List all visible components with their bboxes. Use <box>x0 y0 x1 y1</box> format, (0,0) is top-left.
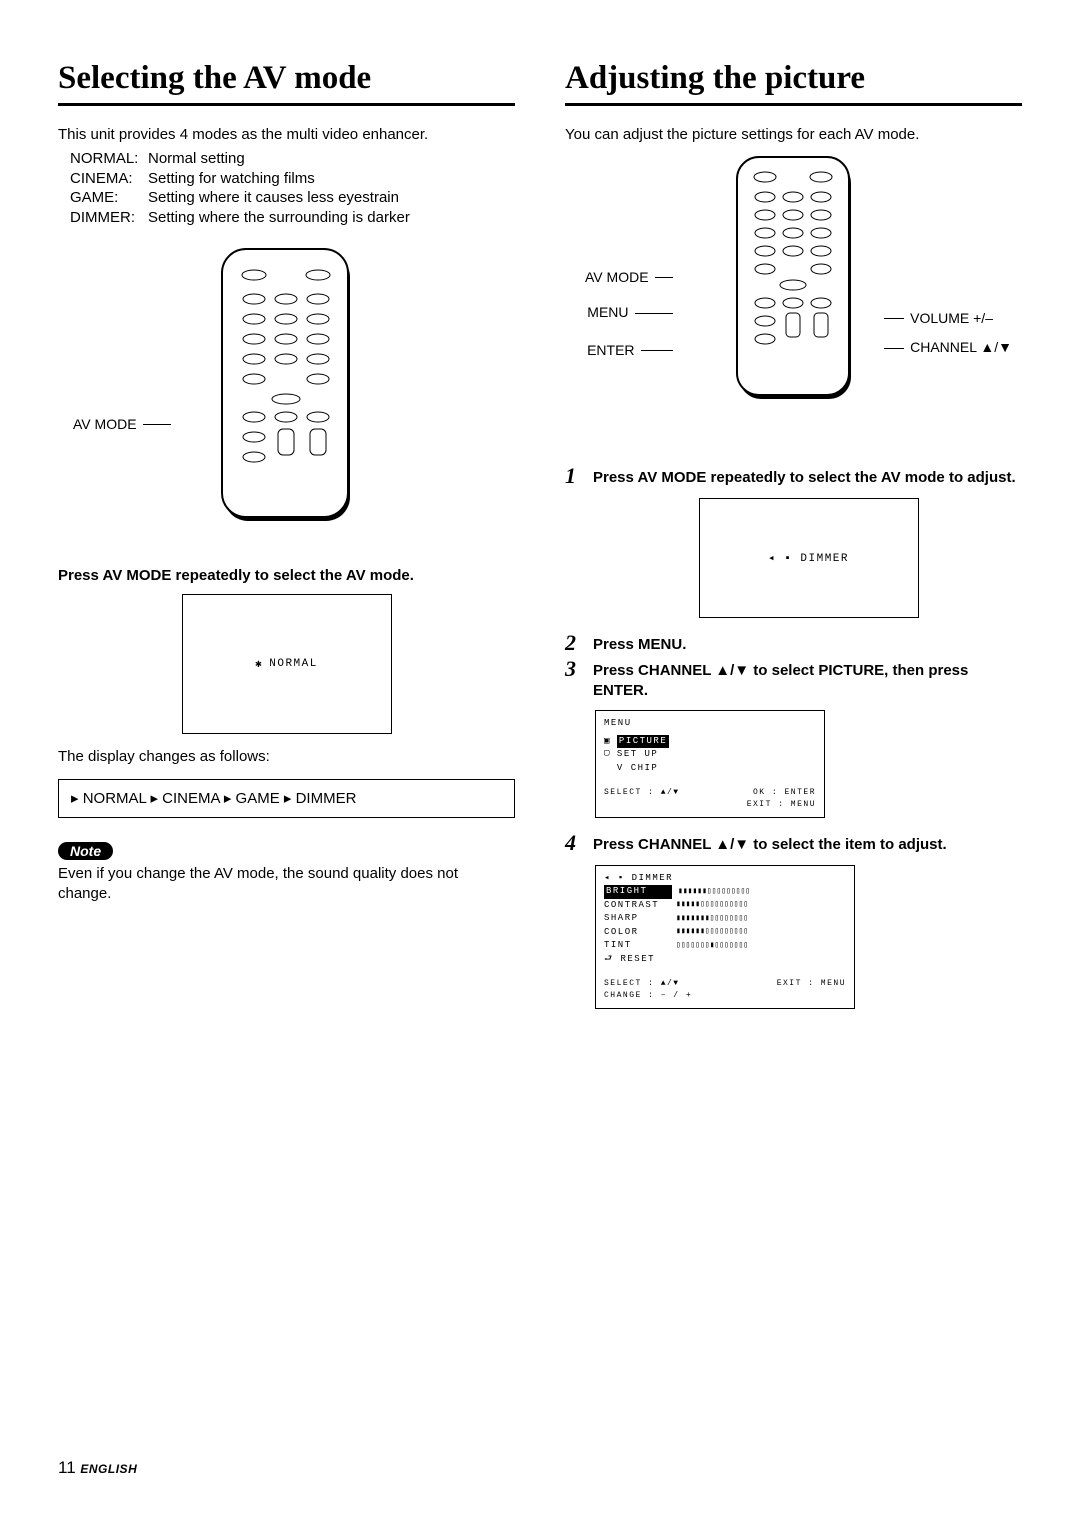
modes-table: NORMAL:Normal setting CINEMA:Setting for… <box>70 149 515 227</box>
steps-list: 1 Press AV MODE repeatedly to select the … <box>565 465 1022 1009</box>
osd-dimmer-text: ◂ ▪ DIMMER <box>768 551 849 565</box>
remote-label-enter: ENTER <box>587 343 634 358</box>
osd-normal-box: ✱ NORMAL <box>182 594 392 734</box>
step-number: 4 <box>565 832 583 855</box>
remote-label-channel: CHANNEL ▲/▼ <box>910 340 1012 355</box>
osd-dimmer-box: ◂ ▪ DIMMER <box>699 498 919 618</box>
left-column: Selecting the AV mode This unit provides… <box>58 60 515 1023</box>
snowflake-icon: ✱ <box>255 657 263 671</box>
caption-display-changes: The display changes as follows: <box>58 748 515 765</box>
slider-icon: ▮▮▮▮▮▯▯▯▯▯▯▯▯▯▯ <box>676 899 748 911</box>
osd-picture-bottom-left2: CHANGE : – / + <box>604 991 692 1000</box>
osd-picture-header: ◂ ▪ DIMMER <box>604 872 846 886</box>
page-footer: 11 ENGLISH <box>58 1458 137 1478</box>
remote-label-volume: VOLUME +/– <box>910 311 993 326</box>
remote-label-menu: MENU <box>587 305 628 320</box>
heading-av-mode: Selecting the AV mode <box>58 60 515 106</box>
osd-menu-item-picture: PICTURE <box>617 735 669 749</box>
remote-diagram-right: AV MODE MENU ENTER VOLUME +/– <box>565 155 1022 435</box>
mode-desc: Setting for watching films <box>148 169 315 189</box>
osd-normal-text: NORMAL <box>269 658 318 670</box>
note-label: Note <box>58 842 113 860</box>
slider-icon: ▯▯▯▯▯▯▯▮▯▯▯▯▯▯▯ <box>676 940 748 952</box>
slider-icon: ▮▮▮▮▮▮▯▯▯▯▯▯▯▯▯ <box>676 926 748 938</box>
remote-diagram: AV MODE <box>58 247 515 547</box>
osd-icons: ▣▢ <box>604 735 611 760</box>
right-column: Adjusting the picture You can adjust the… <box>565 60 1022 1023</box>
mode-desc: Setting where the surrounding is darker <box>148 208 410 228</box>
step-number: 3 <box>565 658 583 700</box>
osd-picture-item: SHARP <box>604 912 670 926</box>
remote-icon <box>202 247 372 527</box>
osd-picture-box: ◂ ▪ DIMMER BRIGHT ▮▮▮▮▮▮▯▯▯▯▯▯▯▯▯ CONTRAS… <box>595 865 855 1010</box>
step-1-text: Press AV MODE repeatedly to select the A… <box>593 465 1016 488</box>
mode-desc: Normal setting <box>148 149 245 169</box>
slider-icon: ▮▮▮▮▮▮▯▯▯▯▯▯▯▯▯ <box>678 886 750 898</box>
cycle-box: ▸ NORMAL ▸ CINEMA ▸ GAME ▸ DIMMER <box>58 779 515 818</box>
step-head: Press AV MODE repeatedly to select the A… <box>58 567 515 584</box>
osd-menu-item: SET UP <box>617 748 669 762</box>
mode-desc: Setting where it causes less eyestrain <box>148 188 399 208</box>
step-number: 1 <box>565 465 583 488</box>
mode-label: GAME: <box>70 188 148 208</box>
osd-menu-bottom-right2: EXIT : MENU <box>747 800 816 809</box>
note-text: Even if you change the AV mode, the soun… <box>58 864 515 903</box>
step-4-text: Press CHANNEL ▲/▼ to select the item to … <box>593 832 947 855</box>
remote-icon <box>719 155 869 405</box>
step-number: 2 <box>565 632 583 655</box>
page-number: 11 <box>58 1458 76 1477</box>
intro-text: This unit provides 4 modes as the multi … <box>58 126 515 143</box>
osd-picture-item: TINT <box>604 939 670 953</box>
osd-picture-item: CONTRAST <box>604 899 670 913</box>
step-2-text: Press MENU. <box>593 632 686 655</box>
osd-picture-bottom-right: EXIT : MENU <box>777 978 846 1002</box>
note-block: Note Even if you change the AV mode, the… <box>58 842 515 903</box>
osd-picture-item: COLOR <box>604 926 670 940</box>
step-3-text: Press CHANNEL ▲/▼ to select PICTURE, the… <box>593 658 1022 700</box>
osd-menu-title: MENU <box>604 717 816 731</box>
remote-label-avmode: AV MODE <box>73 409 137 440</box>
osd-picture-bottom-left1: SELECT : ▲/▼ <box>604 979 680 988</box>
mode-label: NORMAL: <box>70 149 148 169</box>
mode-label: CINEMA: <box>70 169 148 189</box>
osd-menu-item: V CHIP <box>617 762 669 776</box>
cycle-text: ▸ NORMAL ▸ CINEMA ▸ GAME ▸ DIMMER <box>71 790 356 807</box>
osd-menu-bottom-right1: OK : ENTER <box>753 788 816 797</box>
heading-adjust-picture: Adjusting the picture <box>565 60 1022 106</box>
osd-picture-item-bright: BRIGHT <box>604 885 672 899</box>
mode-label: DIMMER: <box>70 208 148 228</box>
osd-picture-item: ⮐ RESET <box>604 954 655 964</box>
intro-text-right: You can adjust the picture settings for … <box>565 126 1022 143</box>
osd-menu-box: MENU ▣▢ PICTURE SET UP V CHIP SELECT : ▲… <box>595 710 825 818</box>
slider-icon: ▮▮▮▮▮▮▮▯▯▯▯▯▯▯▯ <box>676 913 748 925</box>
page-language: ENGLISH <box>80 1462 137 1476</box>
remote-label-avmode: AV MODE <box>585 270 649 285</box>
osd-menu-bottom-left: SELECT : ▲/▼ <box>604 787 680 811</box>
